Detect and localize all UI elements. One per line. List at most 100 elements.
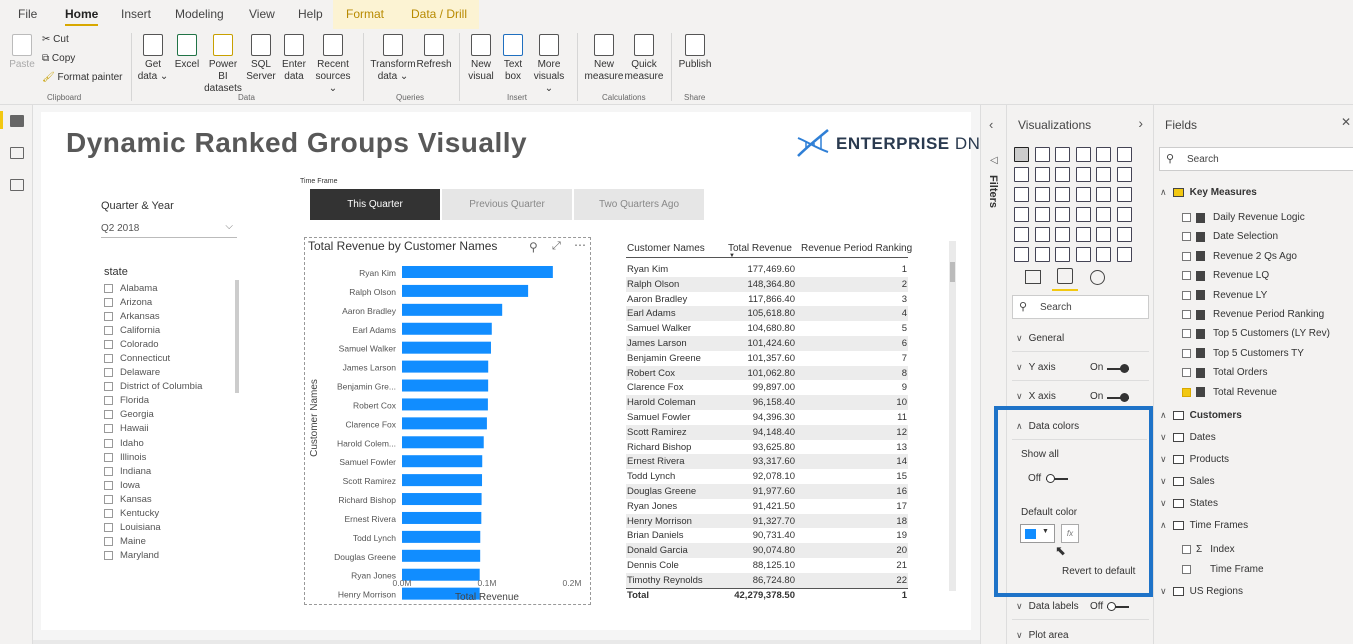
fields-search-input[interactable]: ⚲ Search: [1159, 147, 1353, 171]
menu-help[interactable]: Help: [298, 7, 323, 21]
visual-type-icon[interactable]: [1075, 187, 1091, 202]
checkbox[interactable]: [104, 509, 113, 519]
field-measure[interactable]: Revenue 2 Qs Ago: [1182, 251, 1297, 262]
checkbox[interactable]: [104, 452, 113, 462]
bar[interactable]: [402, 530, 481, 543]
state-option[interactable]: Maine: [104, 535, 202, 549]
table-scrollbar-thumb[interactable]: [950, 262, 955, 282]
yaxis-toggle[interactable]: [1107, 364, 1129, 376]
visual-type-icon[interactable]: [1075, 247, 1091, 262]
bar[interactable]: [402, 568, 480, 581]
visual-type-icon[interactable]: [1075, 227, 1091, 242]
publish-button[interactable]: Publish: [676, 34, 714, 71]
bar[interactable]: [402, 511, 482, 524]
bar[interactable]: [402, 474, 483, 487]
close-icon[interactable]: ✕: [1341, 115, 1351, 129]
visual-type-icon[interactable]: [1034, 147, 1050, 162]
table-row[interactable]: Earl Adams 105,618.80 4: [626, 306, 908, 322]
menu-data-drill[interactable]: Data / Drill: [411, 7, 467, 21]
visual-type-icon[interactable]: [1014, 167, 1029, 182]
checkbox[interactable]: [1182, 368, 1191, 378]
checkbox[interactable]: [1182, 387, 1191, 397]
visual-type-icon[interactable]: [1014, 207, 1029, 222]
visual-type-icon[interactable]: [1014, 187, 1029, 202]
table-row[interactable]: Ryan Kim 177,469.60 1: [626, 262, 908, 277]
checkbox[interactable]: [104, 325, 113, 335]
checkbox[interactable]: [1182, 348, 1191, 358]
analytics-magnifier-icon[interactable]: [1090, 270, 1105, 285]
checkbox[interactable]: [1182, 213, 1191, 222]
field-measure[interactable]: Revenue LY: [1182, 290, 1267, 301]
visual-type-icon[interactable]: [1034, 227, 1050, 242]
timeframe-this-quarter[interactable]: This Quarter: [310, 189, 440, 220]
visual-type-icon[interactable]: [1055, 207, 1070, 222]
conditional-format-fx-button[interactable]: fx: [1061, 524, 1079, 543]
table-row[interactable]: Robert Cox 101,062.80 8: [626, 365, 908, 381]
state-option[interactable]: Delaware: [104, 366, 202, 380]
menu-format[interactable]: Format: [346, 7, 384, 21]
bar[interactable]: [402, 436, 484, 449]
checkbox[interactable]: [1182, 329, 1191, 339]
field-index[interactable]: Σ Index: [1182, 544, 1235, 555]
chevron-right-icon[interactable]: ›: [1138, 115, 1143, 131]
visual-type-icon[interactable]: [1014, 147, 1029, 162]
state-option[interactable]: District of Columbia: [104, 380, 202, 394]
table-row[interactable]: Samuel Fowler 94,396.30 11: [626, 410, 908, 425]
default-color-picker[interactable]: ▼: [1020, 524, 1055, 543]
table-row[interactable]: Ralph Olson 148,364.80 2: [626, 276, 908, 292]
quick-measure-button[interactable]: Quick measure: [624, 34, 664, 83]
checkbox[interactable]: [104, 382, 113, 392]
checkbox[interactable]: [104, 523, 113, 533]
format-painter-button[interactable]: 🖌 Format painter: [42, 72, 123, 84]
state-option[interactable]: Arizona: [104, 295, 202, 309]
table-key-measures[interactable]: ∧ Key Measures: [1160, 187, 1257, 198]
checkbox[interactable]: [104, 438, 113, 448]
report-view-icon[interactable]: [10, 115, 24, 127]
more-options-icon[interactable]: ⋯: [574, 238, 586, 252]
bar[interactable]: [402, 455, 483, 468]
checkbox[interactable]: [1182, 290, 1191, 300]
state-option[interactable]: Indiana: [104, 464, 202, 478]
table-row[interactable]: James Larson 101,424.60 6: [626, 336, 908, 351]
field-measure[interactable]: Daily Revenue Logic: [1182, 212, 1305, 223]
table-node[interactable]: ∧ Customers: [1160, 410, 1242, 421]
table-node[interactable]: ∨ States: [1160, 498, 1218, 509]
bar[interactable]: [402, 417, 487, 430]
table-node[interactable]: ∨ Products: [1160, 454, 1229, 465]
pbi-datasets-button[interactable]: Power BI datasets: [203, 34, 243, 95]
field-measure[interactable]: Revenue LQ: [1182, 270, 1269, 281]
table-node[interactable]: ∧ Time Frames: [1160, 520, 1248, 531]
field-measure[interactable]: Total Orders: [1182, 367, 1267, 378]
checkbox[interactable]: [104, 396, 113, 406]
table-row[interactable]: Donald Garcia 90,074.80 20: [626, 543, 908, 558]
table-node[interactable]: ∨ Sales: [1160, 476, 1215, 487]
visual-type-icon[interactable]: [1116, 187, 1132, 202]
state-option[interactable]: Idaho: [104, 436, 202, 450]
recent-sources-button[interactable]: Recent sources ⌄: [311, 34, 355, 95]
visual-type-icon[interactable]: [1116, 207, 1132, 222]
visual-type-icon[interactable]: [1075, 167, 1091, 182]
state-option[interactable]: Connecticut: [104, 351, 202, 365]
state-option[interactable]: Arkansas: [104, 309, 202, 323]
bar[interactable]: [402, 360, 489, 373]
enter-data-button[interactable]: Enter data: [280, 34, 308, 83]
cut-button[interactable]: ✂ Cut: [42, 34, 69, 46]
checkbox[interactable]: [104, 480, 113, 490]
visual-type-icon[interactable]: [1075, 207, 1091, 222]
field-measure[interactable]: Top 5 Customers TY: [1182, 348, 1304, 359]
visual-type-icon[interactable]: [1055, 147, 1070, 162]
col-customer-names[interactable]: Customer Names: [627, 243, 705, 254]
visual-type-icon[interactable]: [1116, 247, 1132, 262]
visual-type-icon[interactable]: [1075, 147, 1091, 162]
new-visual-button[interactable]: New visual: [466, 34, 496, 83]
more-visuals-button[interactable]: More visuals ⌄: [530, 34, 568, 95]
bar[interactable]: [402, 493, 482, 506]
visual-type-icon[interactable]: [1055, 187, 1070, 202]
table-row[interactable]: Aaron Bradley 117,866.40 3: [626, 292, 908, 307]
field-measure[interactable]: Top 5 Customers (LY Rev): [1182, 328, 1330, 339]
table-row[interactable]: Ryan Jones 91,421.50 17: [626, 499, 908, 514]
table-row[interactable]: Scott Ramirez 94,148.40 12: [626, 424, 908, 440]
menu-insert[interactable]: Insert: [121, 7, 151, 21]
bar[interactable]: [402, 549, 481, 562]
new-measure-button[interactable]: New measure: [584, 34, 624, 83]
